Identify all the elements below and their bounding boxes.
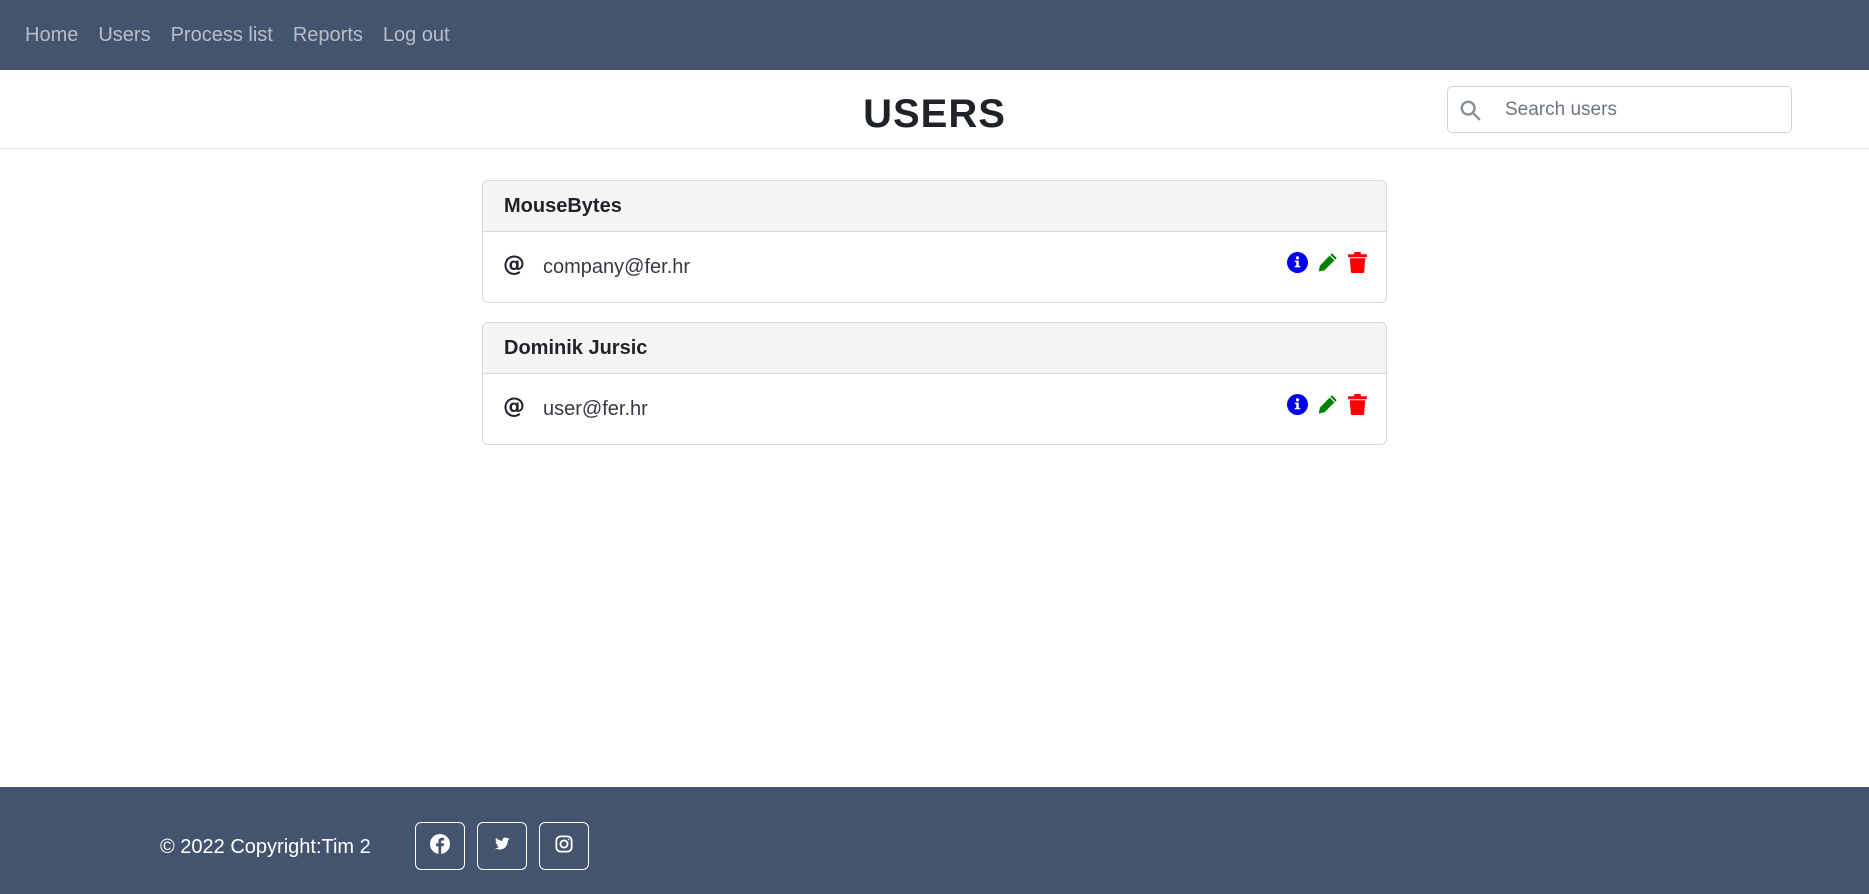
trash-icon[interactable]: [1346, 251, 1368, 273]
instagram-button[interactable]: [539, 822, 589, 870]
pencil-icon[interactable]: [1316, 393, 1338, 415]
search-input[interactable]: [1505, 89, 1775, 130]
nav-users[interactable]: Users: [98, 24, 150, 47]
user-email: user@fer.hr: [543, 398, 648, 420]
facebook-button[interactable]: [415, 822, 465, 870]
user-card-body: @ user@fer.hr: [483, 374, 1386, 444]
instagram-icon: [555, 834, 573, 858]
user-actions: [1278, 393, 1368, 415]
user-email: company@fer.hr: [543, 256, 691, 278]
user-card-body: @ company@fer.hr: [483, 232, 1386, 302]
user-card: Dominik Jursic @ user@fer.hr: [482, 322, 1387, 445]
nav-log-out[interactable]: Log out: [383, 24, 450, 47]
page-header: USERS: [0, 70, 1869, 149]
nav-reports[interactable]: Reports: [293, 24, 363, 47]
copyright-text: © 2022 Copyright:Tim 2: [160, 836, 371, 858]
twitter-button[interactable]: [477, 822, 527, 870]
nav-process-list[interactable]: Process list: [171, 24, 273, 47]
user-name: MouseBytes: [483, 181, 1386, 232]
user-actions: [1278, 251, 1368, 273]
search-icon: [1459, 97, 1485, 123]
at-icon: @: [503, 252, 525, 277]
user-card: MouseBytes @ company@fer.hr: [482, 180, 1387, 303]
facebook-icon: [430, 833, 450, 859]
search-box[interactable]: [1447, 86, 1792, 133]
nav-home[interactable]: Home: [25, 24, 78, 47]
info-icon[interactable]: [1286, 251, 1308, 273]
user-name: Dominik Jursic: [483, 323, 1386, 374]
trash-icon[interactable]: [1346, 393, 1368, 415]
at-icon: @: [503, 394, 525, 419]
top-navbar: Home Users Process list Reports Log out: [0, 0, 1869, 70]
pencil-icon[interactable]: [1316, 251, 1338, 273]
twitter-icon: [492, 835, 513, 858]
page: Home Users Process list Reports Log out …: [0, 0, 1869, 894]
footer: © 2022 Copyright:Tim 2: [0, 787, 1869, 894]
info-icon[interactable]: [1286, 393, 1308, 415]
